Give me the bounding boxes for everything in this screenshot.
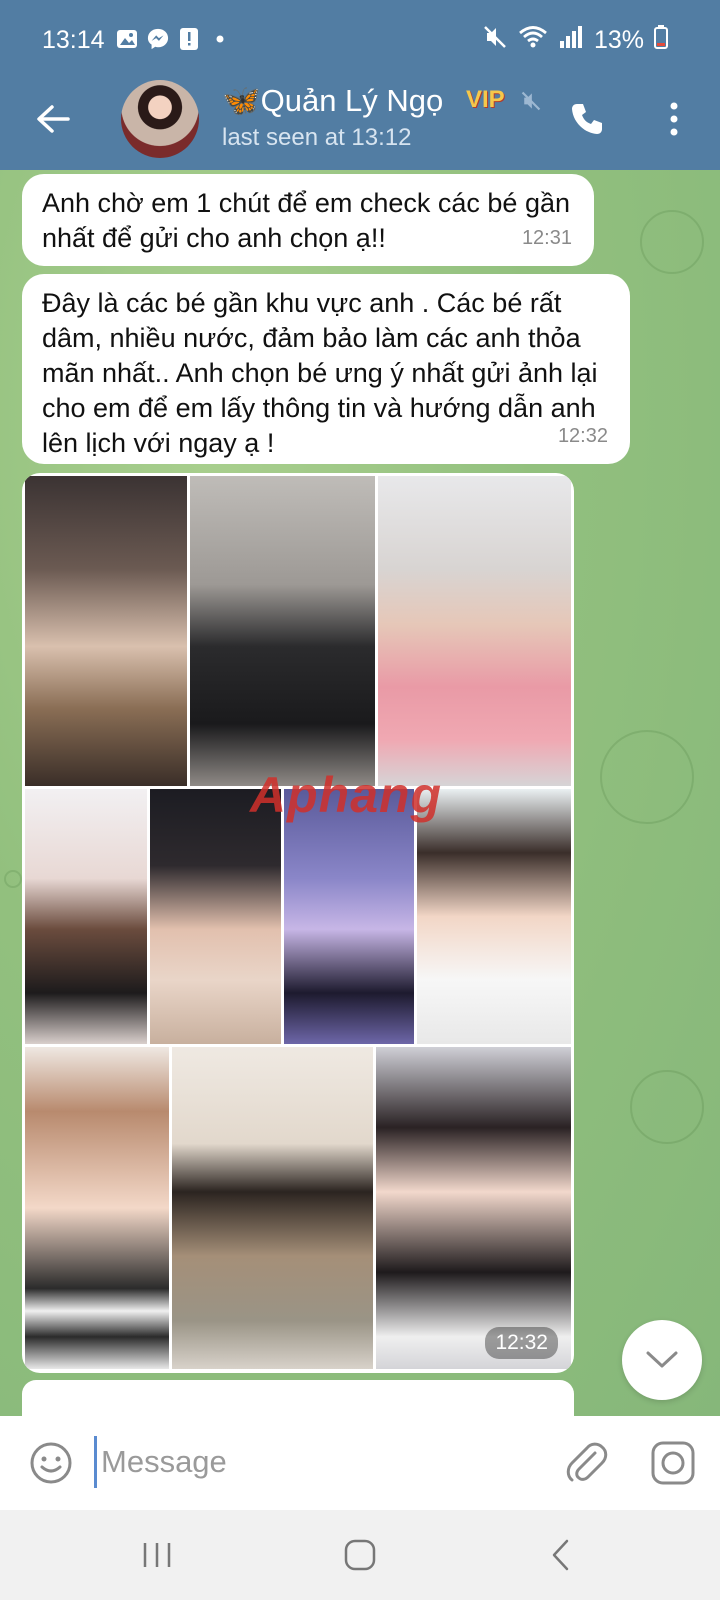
message-time: 12:31 xyxy=(521,227,572,249)
recents-icon xyxy=(143,1543,171,1567)
dot-icon xyxy=(209,28,231,50)
system-nav-bar xyxy=(0,1510,720,1600)
message-bubble[interactable]: Anh chờ em 1 chút để em check các bé gần… xyxy=(22,174,594,266)
album-photo[interactable] xyxy=(190,476,375,786)
watermark: Aphang xyxy=(250,767,443,823)
album-time: 12:32 xyxy=(485,1327,558,1359)
last-seen-status: last seen at 13:12 xyxy=(222,124,412,151)
wallpaper-doodle xyxy=(640,210,704,274)
more-options-button[interactable] xyxy=(654,94,694,144)
message-text: Anh chờ em 1 chút để em check các bé gần… xyxy=(42,188,571,253)
back-button[interactable] xyxy=(30,96,76,142)
battery-icon xyxy=(654,25,668,56)
battery-percent: 13% xyxy=(593,26,644,54)
status-time: 13:14 xyxy=(42,26,105,54)
system-icons: 13% xyxy=(482,24,668,57)
avatar[interactable] xyxy=(121,80,199,158)
message-input[interactable] xyxy=(94,1436,534,1488)
mute-icon xyxy=(520,90,542,117)
wifi-icon xyxy=(518,25,548,56)
back-arrow-icon xyxy=(37,105,70,133)
photo-album[interactable]: 12:32 xyxy=(22,473,574,1373)
camera-button[interactable] xyxy=(650,1440,696,1486)
album-photo[interactable] xyxy=(150,789,281,1044)
chevron-down-icon xyxy=(646,1351,678,1368)
smiley-icon xyxy=(30,1442,72,1484)
message-text: Đây là các bé gần khu vực anh . Các bé r… xyxy=(42,288,598,458)
home-button[interactable] xyxy=(335,1532,385,1578)
back-nav-button[interactable] xyxy=(536,1532,586,1578)
chat-area[interactable]: Anh chờ em 1 chút để em check các bé gần… xyxy=(0,170,720,1416)
phone-icon xyxy=(572,104,602,134)
chat-header: 🦋Quản Lý Ngọ VIP last seen at 13:12 xyxy=(0,76,720,170)
album-photo[interactable] xyxy=(25,789,147,1044)
album-photo[interactable] xyxy=(25,1047,169,1369)
mute-icon xyxy=(482,24,508,57)
wallpaper-doodle xyxy=(4,870,22,888)
message-composer xyxy=(0,1416,720,1510)
instant-camera-icon xyxy=(651,1441,695,1485)
status-bar: 13:14 13% xyxy=(0,0,720,76)
image-icon xyxy=(116,28,138,50)
messenger-icon xyxy=(147,28,169,50)
emoji-button[interactable] xyxy=(28,1440,74,1486)
message-bubble[interactable]: Đây là các bé gần khu vực anh . Các bé r… xyxy=(22,274,630,464)
wallpaper-doodle xyxy=(600,730,694,824)
album-photo[interactable] xyxy=(417,789,571,1044)
album-photo[interactable] xyxy=(172,1047,373,1369)
paperclip-icon xyxy=(566,1442,608,1482)
message-time: 12:32 xyxy=(557,425,608,447)
vip-badge: VIP xyxy=(466,86,505,113)
scroll-down-button[interactable] xyxy=(622,1320,702,1400)
next-message-preview xyxy=(22,1380,574,1416)
album-photo[interactable] xyxy=(376,1047,571,1369)
notification-icons xyxy=(116,28,231,50)
attach-button[interactable] xyxy=(562,1438,612,1488)
more-vertical-icon xyxy=(670,102,678,136)
signal-icon xyxy=(558,25,584,56)
wallpaper-doodle xyxy=(630,1070,704,1144)
call-button[interactable] xyxy=(562,94,612,144)
recents-button[interactable] xyxy=(132,1532,182,1578)
album-photo[interactable] xyxy=(284,789,414,1044)
home-icon xyxy=(344,1539,376,1571)
album-photo[interactable] xyxy=(378,476,571,786)
back-chevron-icon xyxy=(552,1539,569,1571)
album-photo[interactable] xyxy=(25,476,187,786)
alert-icon xyxy=(178,28,200,50)
